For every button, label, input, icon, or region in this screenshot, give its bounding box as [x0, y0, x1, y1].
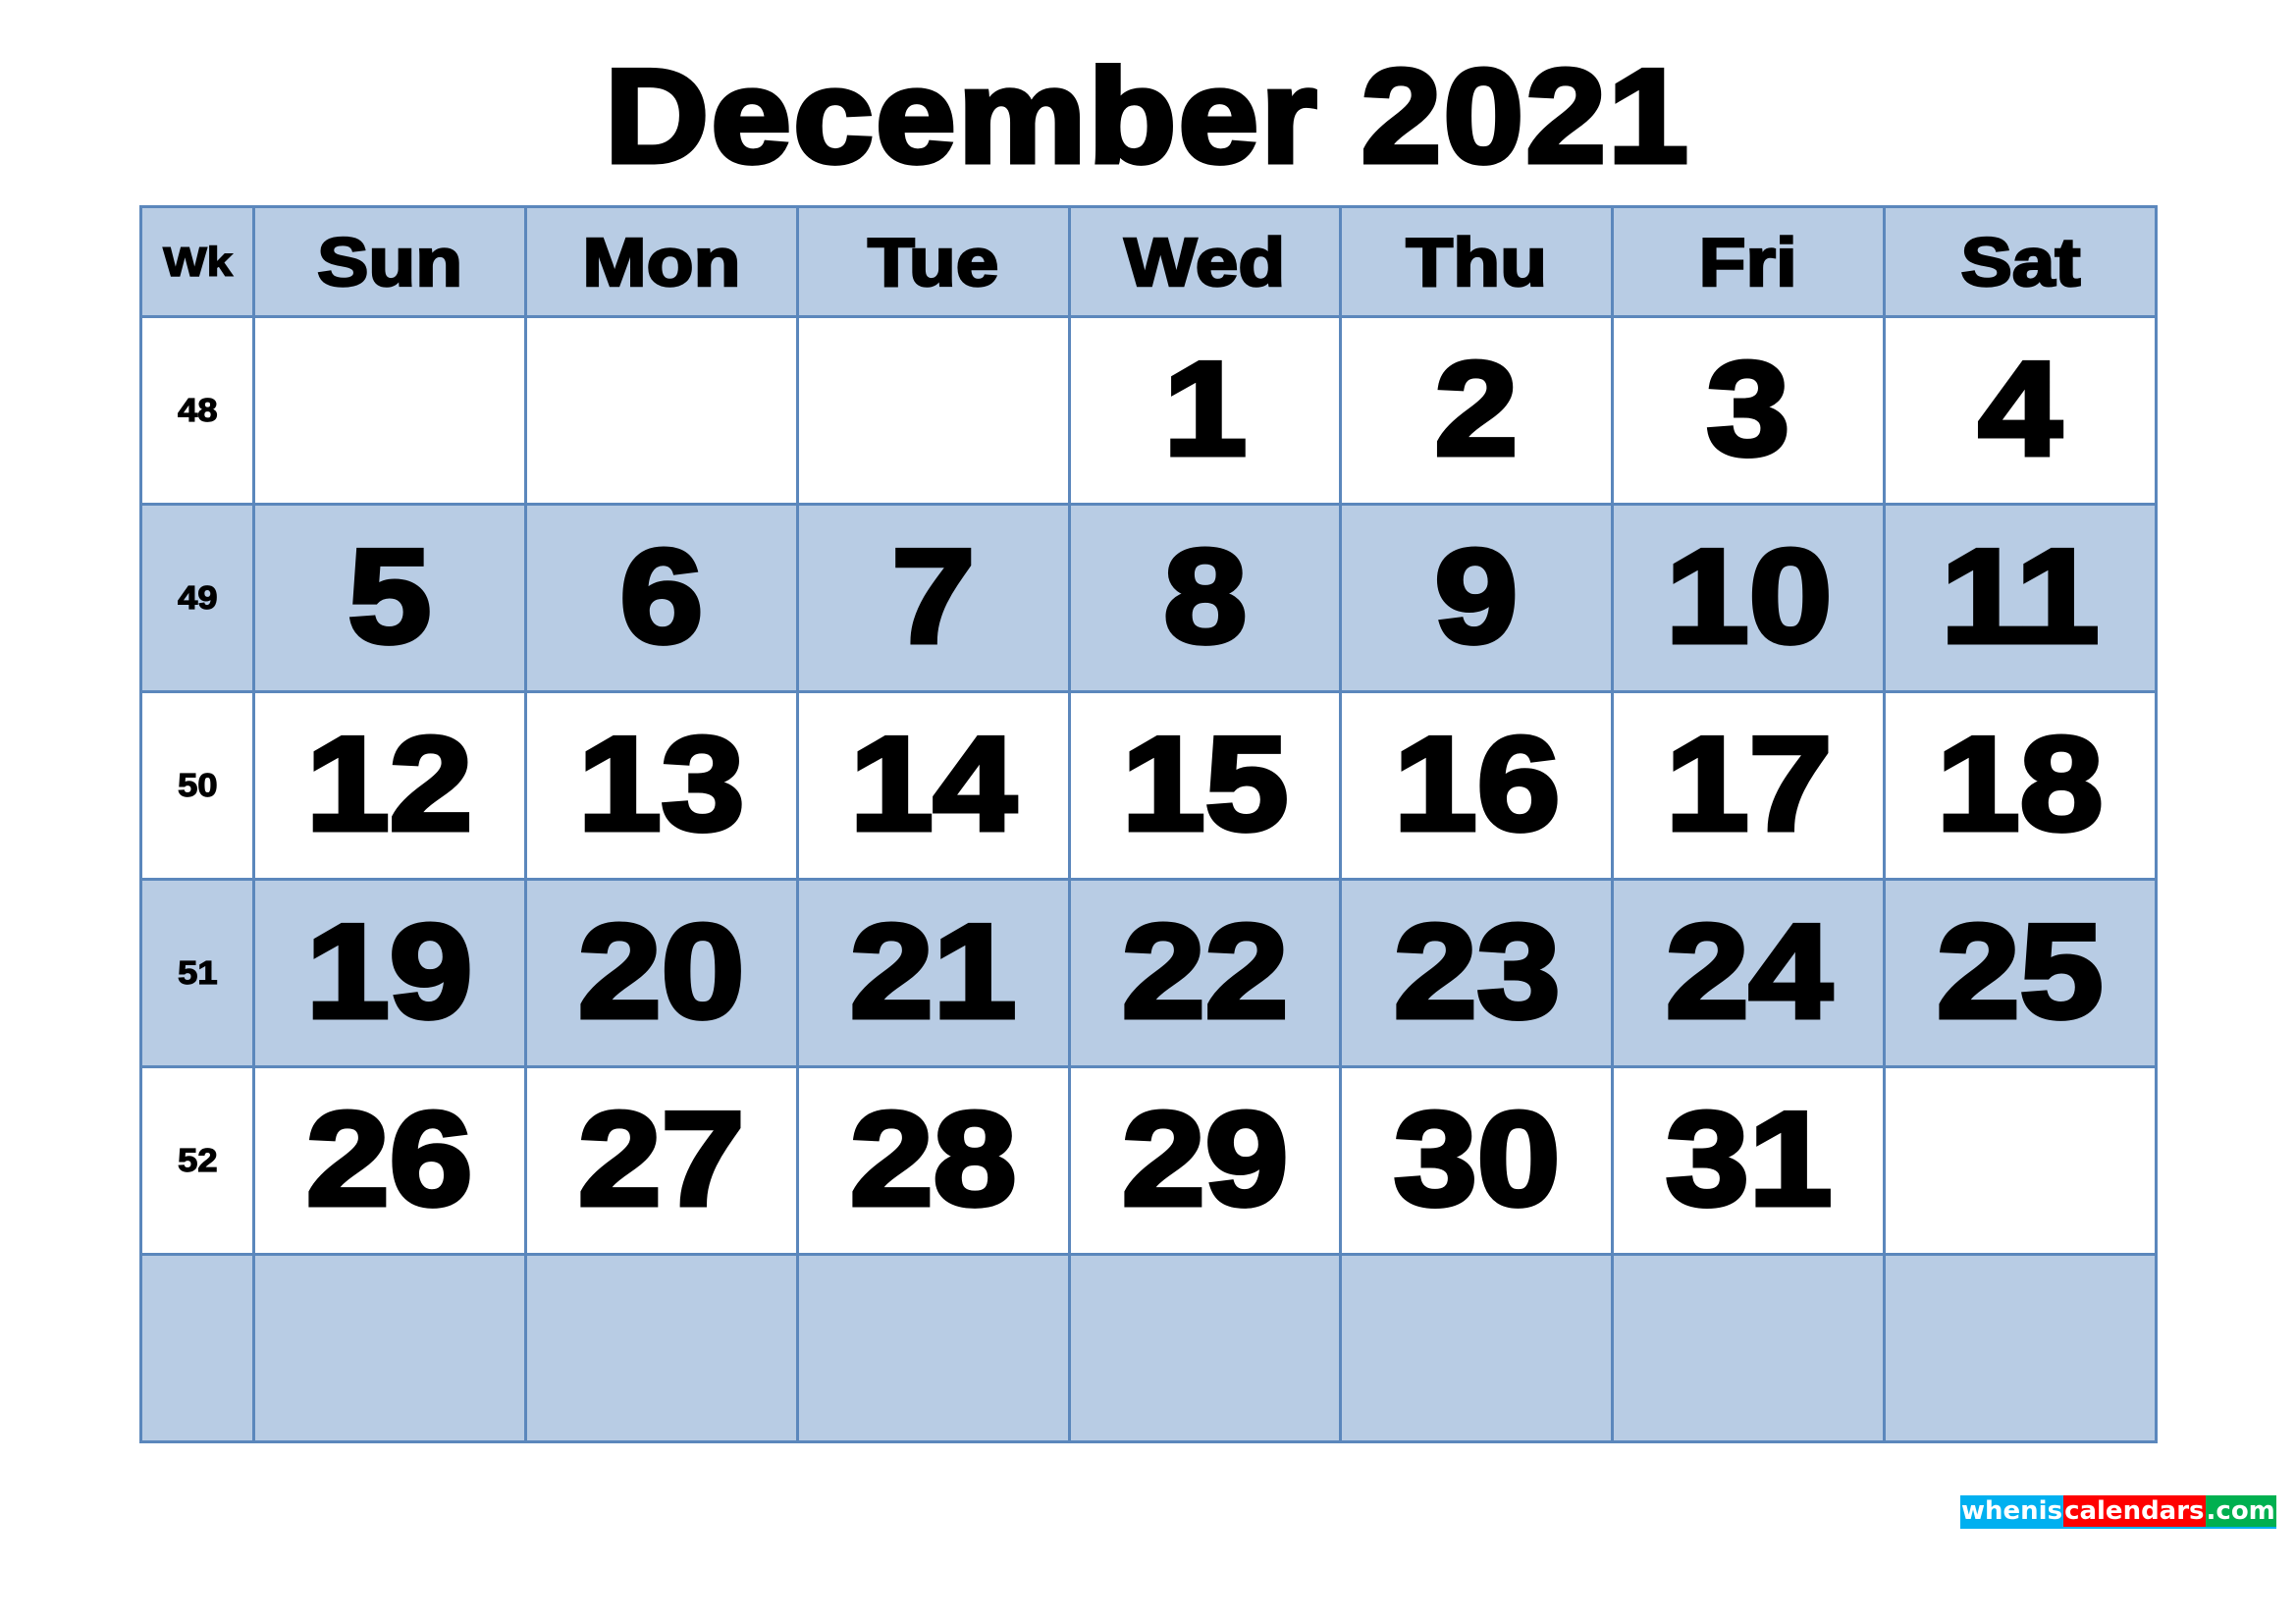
day-cell: 28: [795, 1065, 1071, 1256]
calendar-grid: Wk Sun Mon Tue Wed Thu Fri Sat 48 1 2 3 …: [139, 205, 2158, 1443]
day-cell: 31: [1611, 1065, 1887, 1256]
day-cell: [523, 1253, 799, 1443]
day-cell: [523, 315, 799, 506]
day-cell: 22: [1067, 878, 1343, 1068]
weekday-header-fri: Fri: [1611, 205, 1887, 318]
day-cell: 21: [795, 878, 1071, 1068]
day-cell: [1611, 1253, 1887, 1443]
day-cell: [795, 1253, 1071, 1443]
day-cell: 11: [1883, 503, 2158, 693]
logo-part-calendars: calendars: [2063, 1495, 2206, 1527]
weekday-header-mon: Mon: [523, 205, 799, 318]
day-cell: 13: [523, 690, 799, 881]
logo-part-com: .com: [2205, 1495, 2276, 1527]
week-number: 48: [139, 315, 255, 506]
day-cell: 14: [795, 690, 1071, 881]
day-cell: 23: [1339, 878, 1615, 1068]
day-cell: 1: [1067, 315, 1343, 506]
day-cell: 30: [1339, 1065, 1615, 1256]
day-cell: 3: [1611, 315, 1887, 506]
day-cell: 2: [1339, 315, 1615, 506]
day-cell: [252, 1253, 527, 1443]
day-cell: 6: [523, 503, 799, 693]
day-cell: 19: [252, 878, 527, 1068]
day-cell: 18: [1883, 690, 2158, 881]
day-cell: 29: [1067, 1065, 1343, 1256]
weekday-header-sat: Sat: [1883, 205, 2158, 318]
day-cell: 7: [795, 503, 1071, 693]
week-number: 51: [139, 878, 255, 1068]
day-cell: 4: [1883, 315, 2158, 506]
weekday-header-row: Wk Sun Mon Tue Wed Thu Fri Sat: [139, 205, 2158, 318]
calendar-title-text: December 2021: [603, 41, 1691, 190]
day-cell: 25: [1883, 878, 2158, 1068]
weekday-header-tue: Tue: [795, 205, 1071, 318]
day-cell: [1339, 1253, 1615, 1443]
week-row: 51 19 20 21 22 23 24 25: [139, 878, 2158, 1068]
site-logo-link[interactable]: whenis calendars .com: [1960, 1495, 2276, 1529]
week-number: 50: [139, 690, 255, 881]
weekday-header-sun: Sun: [252, 205, 527, 318]
weekday-header-wed: Wed: [1067, 205, 1343, 318]
day-cell: 17: [1611, 690, 1887, 881]
day-cell: [1883, 1253, 2158, 1443]
week-row: [139, 1253, 2158, 1443]
day-cell: 12: [252, 690, 527, 881]
week-row: 52 26 27 28 29 30 31: [139, 1065, 2158, 1256]
day-cell: 10: [1611, 503, 1887, 693]
week-number: 52: [139, 1065, 255, 1256]
day-cell: [252, 315, 527, 506]
day-cell: 26: [252, 1065, 527, 1256]
day-cell: 20: [523, 878, 799, 1068]
week-number: 49: [139, 503, 255, 693]
week-number-header: Wk: [139, 205, 255, 318]
day-cell: [1067, 1253, 1343, 1443]
day-cell: 27: [523, 1065, 799, 1256]
week-row: 49 5 6 7 8 9 10 11: [139, 503, 2158, 693]
calendar-title: December 2021: [0, 41, 2296, 190]
day-cell: [795, 315, 1071, 506]
week-number: [139, 1253, 255, 1443]
weekday-header-thu: Thu: [1339, 205, 1615, 318]
week-row: 48 1 2 3 4: [139, 315, 2158, 506]
logo-part-whenis: whenis: [1960, 1495, 2064, 1527]
day-cell: 16: [1339, 690, 1615, 881]
day-cell: 8: [1067, 503, 1343, 693]
day-cell: 5: [252, 503, 527, 693]
week-row: 50 12 13 14 15 16 17 18: [139, 690, 2158, 881]
day-cell: 24: [1611, 878, 1887, 1068]
day-cell: [1883, 1065, 2158, 1256]
day-cell: 15: [1067, 690, 1343, 881]
day-cell: 9: [1339, 503, 1615, 693]
